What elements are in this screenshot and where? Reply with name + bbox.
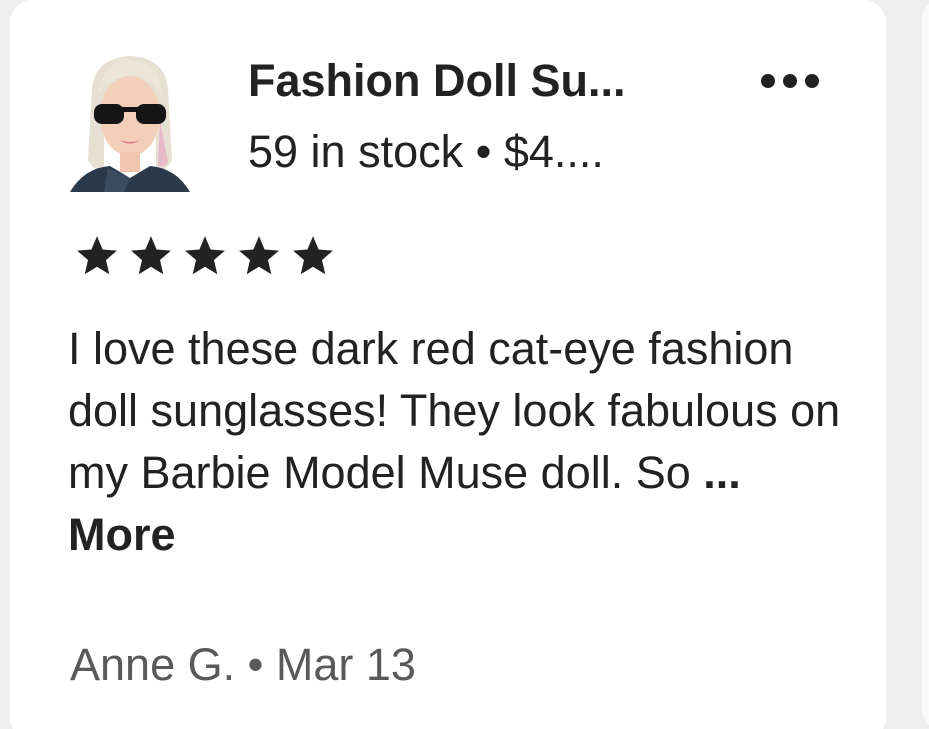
star-icon (185, 236, 225, 275)
listing-stock-price: 59 in stock • $4.... (248, 126, 604, 177)
star-icon (131, 236, 171, 275)
star-icon (77, 236, 117, 275)
listing-title[interactable]: Fashion Doll Su... (248, 56, 626, 106)
meta-separator: • (235, 639, 276, 690)
review-date: Mar 13 (275, 639, 416, 690)
review-page: Fashion Doll Su... 59 in stock • $4.... … (0, 0, 929, 729)
review-ellipsis: ... (690, 447, 741, 498)
more-options-button[interactable] (754, 62, 826, 100)
review-card[interactable]: Fashion Doll Su... 59 in stock • $4.... … (10, 0, 886, 729)
star-icon (239, 236, 279, 275)
review-author[interactable]: Anne G. (70, 639, 235, 690)
listing-thumbnail[interactable] (64, 50, 196, 192)
review-meta: Anne G. • Mar 13 (70, 640, 416, 690)
doll-with-sunglasses-thumbnail-icon (70, 56, 190, 192)
next-review-card-edge[interactable] (922, 0, 929, 729)
star-rating (72, 233, 338, 279)
review-text: I love these dark red cat-eye fashion do… (68, 318, 858, 566)
star-icon (293, 236, 333, 275)
more-horizontal-icon (761, 74, 819, 88)
more-link[interactable]: More (68, 509, 176, 560)
